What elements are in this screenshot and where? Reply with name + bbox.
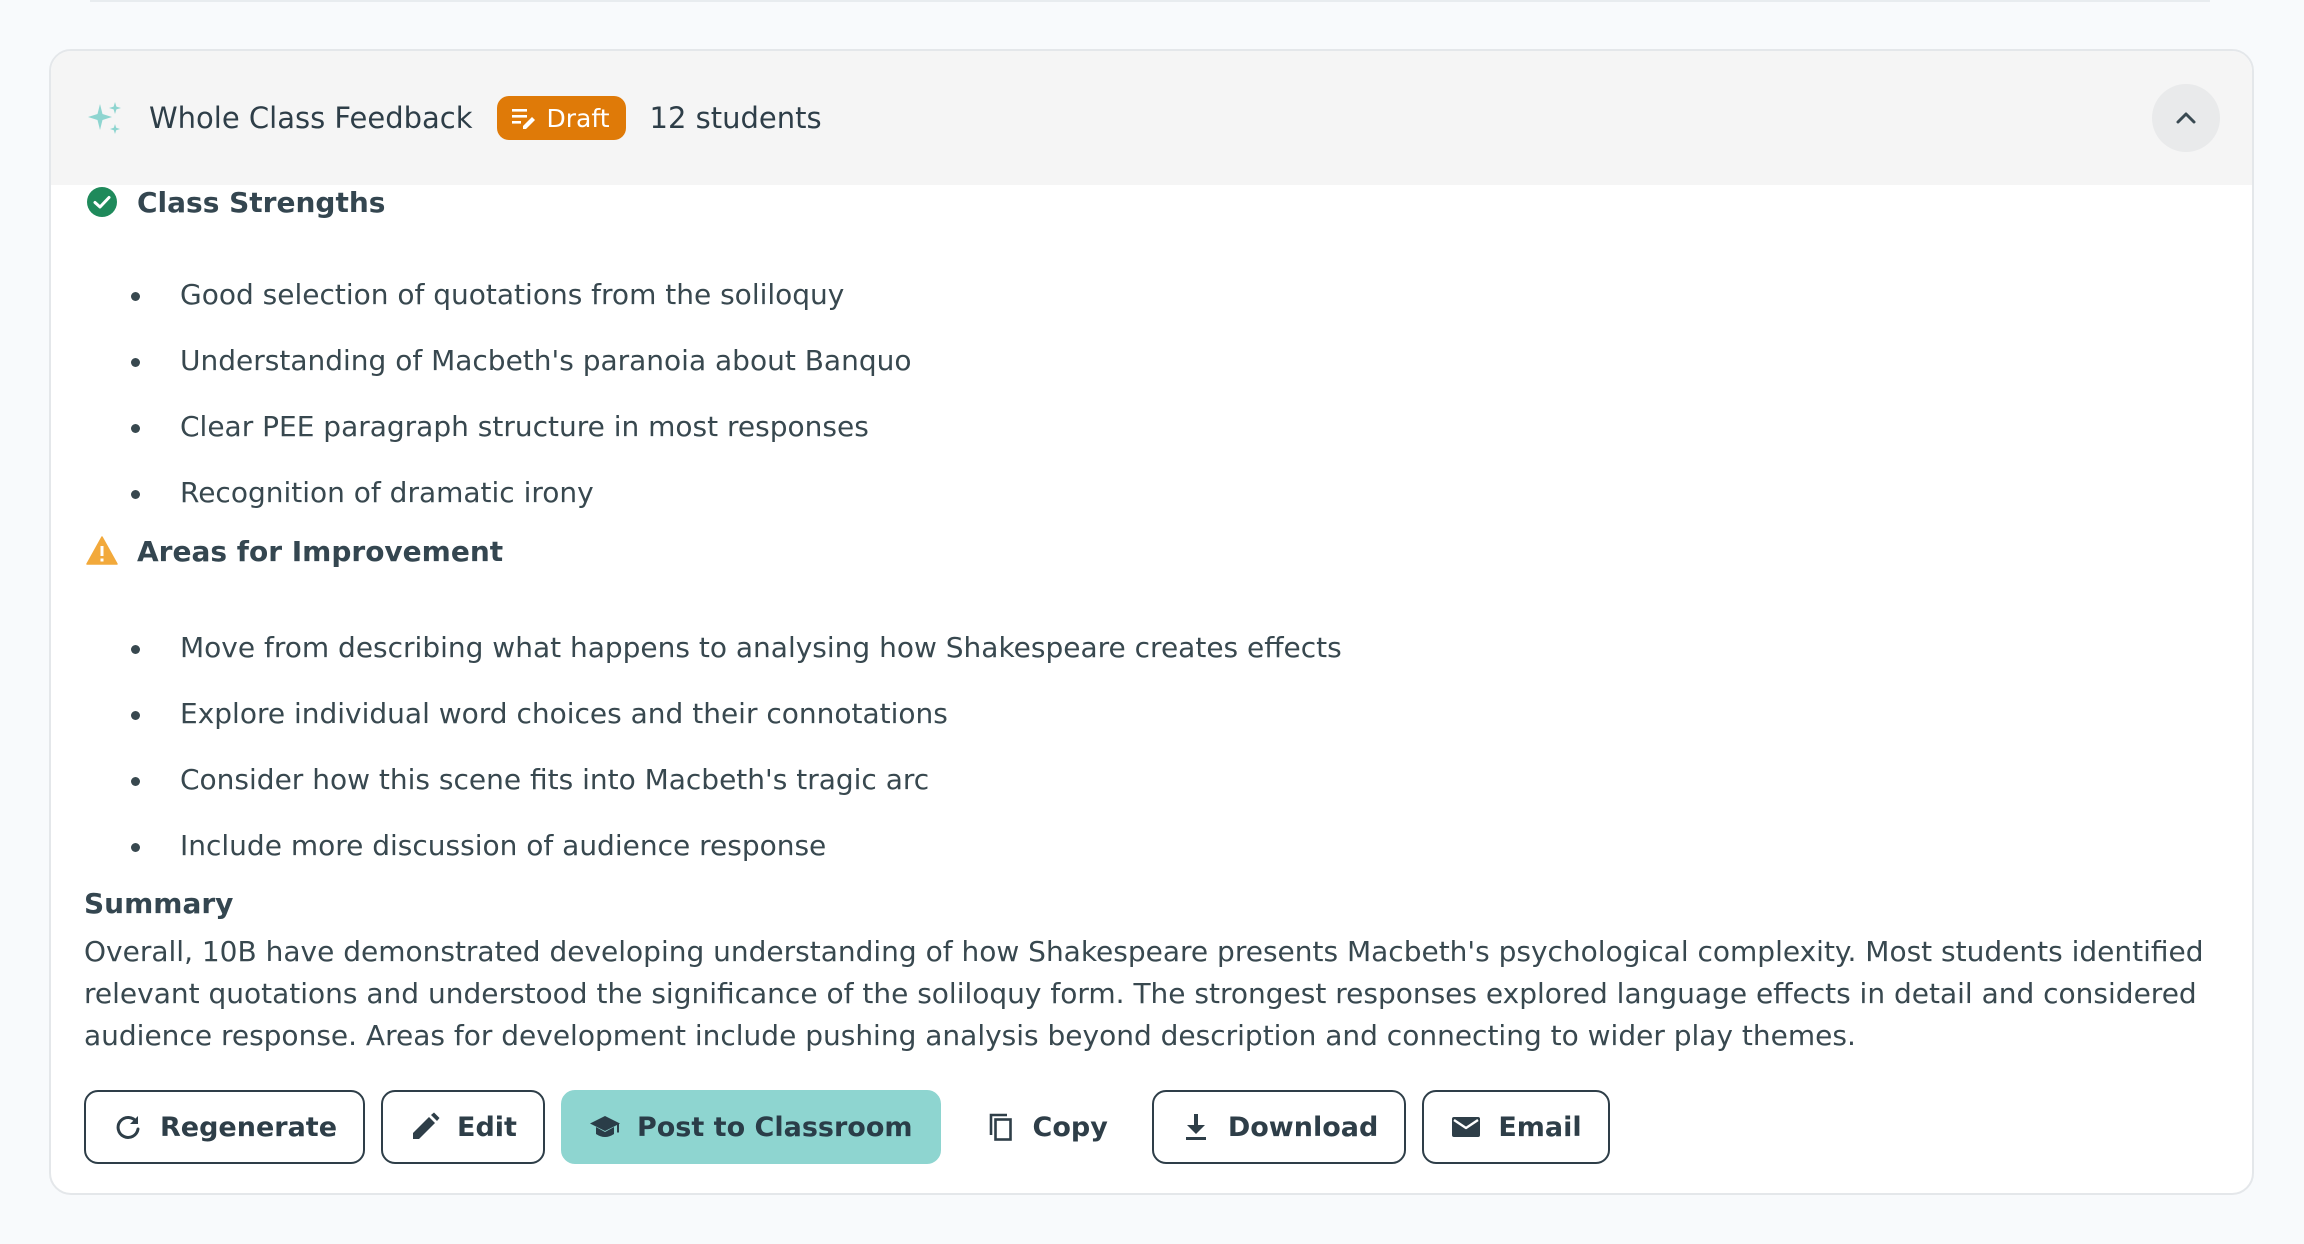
check-circle-icon bbox=[87, 187, 117, 217]
list-item: Consider how this scene fits into Macbet… bbox=[131, 758, 1342, 824]
list-item: Include more discussion of audience resp… bbox=[131, 824, 1342, 890]
list-item: Good selection of quotations from the so… bbox=[131, 273, 911, 339]
email-button[interactable]: Email bbox=[1422, 1090, 1610, 1164]
list-item: Explore individual word choices and thei… bbox=[131, 692, 1342, 758]
copy-button[interactable]: Copy bbox=[957, 1090, 1136, 1164]
student-count: 12 students bbox=[649, 101, 822, 135]
regenerate-button[interactable]: Regenerate bbox=[84, 1090, 366, 1164]
summary-title: Summary bbox=[84, 887, 234, 920]
strengths-list: Good selection of quotations from the so… bbox=[131, 273, 911, 537]
warning-icon bbox=[86, 536, 118, 565]
collapse-button[interactable] bbox=[2152, 84, 2220, 152]
improvements-title: Areas for Improvement bbox=[137, 534, 504, 568]
download-button[interactable]: Download bbox=[1151, 1090, 1407, 1164]
list-item: Understanding of Macbeth's paranoia abou… bbox=[131, 339, 911, 405]
download-icon bbox=[1185, 1114, 1206, 1140]
strengths-title: Class Strengths bbox=[137, 185, 386, 219]
list-item: Recognition of dramatic irony bbox=[131, 471, 911, 537]
graduation-cap-icon bbox=[589, 1116, 620, 1137]
card-title: Whole Class Feedback bbox=[149, 101, 473, 135]
post-to-classroom-label: Post to Classroom bbox=[636, 1111, 913, 1143]
action-bar: Regenerate Edit Post to Classroom Copy D… bbox=[84, 1090, 1626, 1164]
edit-label: Edit bbox=[457, 1111, 517, 1143]
list-item: Clear PEE paragraph structure in most re… bbox=[131, 405, 911, 471]
post-to-classroom-button[interactable]: Post to Classroom bbox=[560, 1090, 941, 1164]
download-label: Download bbox=[1227, 1111, 1379, 1143]
draft-badge: Draft bbox=[496, 96, 626, 140]
improvements-heading: Areas for Improvement bbox=[85, 534, 503, 568]
copy-icon bbox=[989, 1113, 1012, 1141]
list-item: Move from describing what happens to ana… bbox=[131, 626, 1342, 692]
draft-badge-label: Draft bbox=[546, 103, 610, 133]
edit-note-icon bbox=[511, 109, 535, 129]
regenerate-label: Regenerate bbox=[160, 1111, 338, 1143]
strengths-heading: Class Strengths bbox=[85, 185, 385, 219]
feedback-card: Whole Class Feedback Draft 12 students C… bbox=[49, 49, 2254, 1195]
pencil-icon bbox=[413, 1112, 440, 1139]
improvements-list: Move from describing what happens to ana… bbox=[131, 626, 1342, 890]
email-label: Email bbox=[1498, 1111, 1582, 1143]
card-header[interactable]: Whole Class Feedback Draft 12 students bbox=[51, 51, 2252, 185]
refresh-icon bbox=[116, 1115, 140, 1139]
sparkle-icon bbox=[88, 102, 121, 134]
mail-icon bbox=[1452, 1117, 1481, 1137]
chevron-up-icon bbox=[2176, 112, 2196, 124]
copy-label: Copy bbox=[1032, 1111, 1108, 1143]
top-divider bbox=[90, 0, 2210, 2]
summary-text: Overall, 10B have demonstrated developin… bbox=[84, 935, 2204, 1052]
edit-button[interactable]: Edit bbox=[381, 1090, 545, 1164]
